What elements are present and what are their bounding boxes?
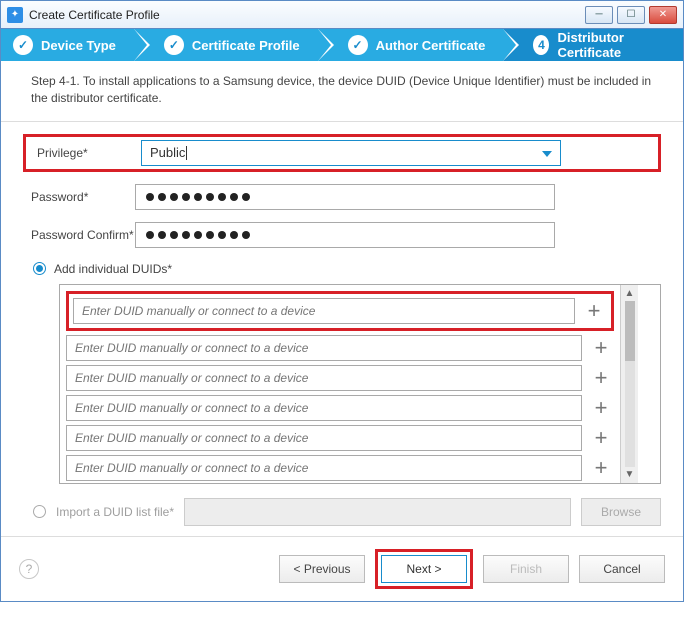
scroll-track: [625, 301, 635, 467]
add-duid-button[interactable]: +: [588, 365, 614, 391]
maximize-button[interactable]: ☐: [617, 6, 645, 24]
duid-input-2[interactable]: [66, 365, 582, 391]
app-icon: ✦: [7, 7, 23, 23]
radio-add-label: Add individual DUIDs*: [54, 262, 172, 276]
highlight-first-duid: +: [66, 291, 614, 331]
check-icon: ✓: [13, 35, 33, 55]
form-area: Privilege* Public Password* Password Con…: [1, 122, 683, 536]
step-label: Author Certificate: [376, 38, 486, 53]
scroll-down-icon: ▼: [625, 469, 635, 480]
step-label: Distributor Certificate: [557, 30, 665, 60]
step-label: Device Type: [41, 38, 116, 53]
add-duid-button[interactable]: +: [581, 298, 607, 324]
duid-input-5[interactable]: [66, 455, 582, 481]
radio-import-label: Import a DUID list file*: [56, 505, 174, 519]
password-confirm-label: Password Confirm*: [23, 228, 135, 242]
radio-import[interactable]: [33, 505, 46, 518]
duid-input-3[interactable]: [66, 395, 582, 421]
add-duid-button[interactable]: +: [588, 455, 614, 481]
step-distributor-certificate[interactable]: 4 Distributor Certificate: [503, 29, 683, 61]
scroll-thumb[interactable]: [625, 301, 635, 361]
password-label: Password*: [23, 190, 135, 204]
instruction-text: Step 4-1. To install applications to a S…: [1, 61, 683, 122]
window-buttons: ─ ☐ ✕: [585, 6, 677, 24]
finish-button: Finish: [483, 555, 569, 583]
titlebar: ✦ Create Certificate Profile ─ ☐ ✕: [1, 1, 683, 29]
add-duid-button[interactable]: +: [588, 395, 614, 421]
import-row: Import a DUID list file* Browse: [33, 498, 661, 526]
step-author-certificate[interactable]: ✓ Author Certificate: [318, 29, 504, 61]
check-icon: ✓: [164, 35, 184, 55]
add-duid-button[interactable]: +: [588, 425, 614, 451]
minimize-button[interactable]: ─: [585, 6, 613, 24]
chevron-down-icon: [542, 151, 552, 157]
close-button[interactable]: ✕: [649, 6, 677, 24]
highlight-next: Next >: [375, 549, 473, 589]
step-certificate-profile[interactable]: ✓ Certificate Profile: [134, 29, 318, 61]
help-icon[interactable]: ?: [19, 559, 39, 579]
next-button[interactable]: Next >: [381, 555, 467, 583]
step-number: 4: [533, 35, 549, 55]
radio-add-duid[interactable]: Add individual DUIDs*: [33, 262, 661, 276]
browse-button: Browse: [581, 498, 661, 526]
previous-button[interactable]: < Previous: [279, 555, 365, 583]
import-file-input: [184, 498, 571, 526]
highlight-privilege: Privilege* Public: [23, 134, 661, 172]
password-confirm-input[interactable]: [135, 222, 555, 248]
window-title: Create Certificate Profile: [29, 8, 585, 22]
privilege-label: Privilege*: [29, 146, 141, 160]
step-label: Certificate Profile: [192, 38, 300, 53]
duid-input-1[interactable]: [66, 335, 582, 361]
cancel-button[interactable]: Cancel: [579, 555, 665, 583]
wizard-stepper: ✓ Device Type ✓ Certificate Profile ✓ Au…: [1, 29, 683, 61]
duid-input-0[interactable]: [73, 298, 575, 324]
privilege-select[interactable]: Public: [141, 140, 561, 166]
password-input[interactable]: [135, 184, 555, 210]
check-icon: ✓: [348, 35, 368, 55]
add-duid-button[interactable]: +: [588, 335, 614, 361]
radio-icon: [33, 262, 46, 275]
window-root: ✦ Create Certificate Profile ─ ☐ ✕ ✓ Dev…: [0, 0, 684, 602]
scrollbar[interactable]: ▲ ▼: [620, 285, 638, 483]
duid-list: + + + + +: [60, 285, 620, 483]
scroll-up-icon: ▲: [625, 288, 635, 299]
privilege-value: Public: [150, 145, 185, 160]
duid-input-4[interactable]: [66, 425, 582, 451]
footer: ? < Previous Next > Finish Cancel: [1, 536, 683, 601]
step-device-type[interactable]: ✓ Device Type: [1, 29, 134, 61]
duid-panel: + + + + +: [59, 284, 661, 484]
